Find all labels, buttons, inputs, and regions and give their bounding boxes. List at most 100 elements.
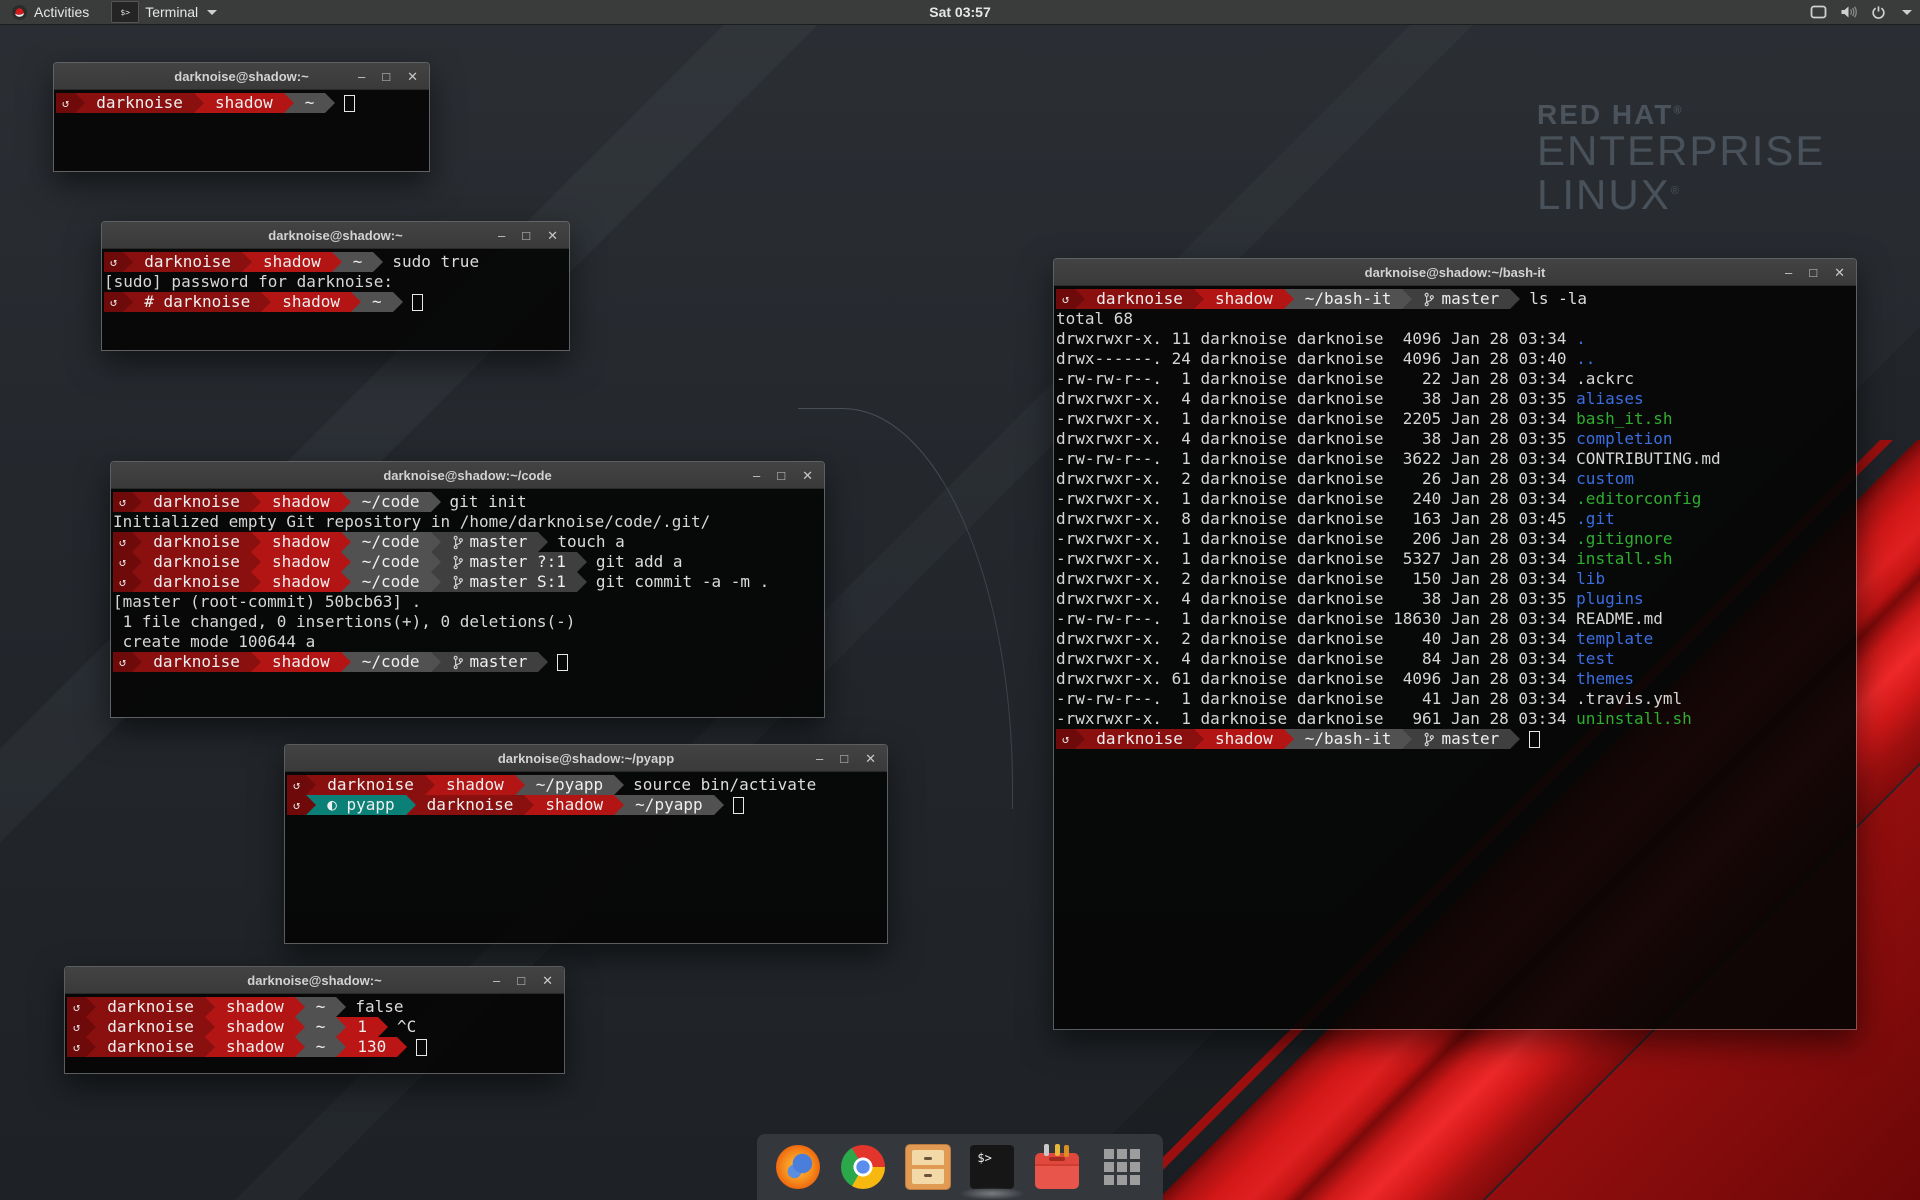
close-button[interactable]: ✕ <box>802 469 813 482</box>
git-branch-icon <box>452 555 464 570</box>
window-title: darknoise@shadow:~/bash-it <box>1365 265 1546 280</box>
window-titlebar[interactable]: darknoise@shadow:~/bash-it – □ ✕ <box>1054 259 1856 286</box>
close-button[interactable]: ✕ <box>407 70 418 83</box>
output-line: drwx------. 24 darknoise darknoise 4096 … <box>1056 349 1854 369</box>
terminal-content[interactable]: ↺darknoiseshadow~sudo true[sudo] passwor… <box>102 249 569 350</box>
output-text: -rw-rw-r--. 1 darknoise darknoise 18630 … <box>1056 609 1576 629</box>
app-menu-terminal[interactable]: $> Terminal <box>101 0 227 24</box>
minimize-button[interactable]: – <box>358 70 365 83</box>
terminal-content[interactable]: ↺darknoiseshadow~/codegit initInitialize… <box>111 489 824 717</box>
file-name: README.md <box>1576 609 1663 629</box>
powerline-separator-icon <box>295 997 305 1017</box>
dock-item-files[interactable] <box>904 1143 952 1191</box>
window-titlebar[interactable]: darknoise@shadow:~/pyapp–□✕ <box>285 745 887 772</box>
powerline-separator-icon <box>295 1017 305 1037</box>
window-titlebar[interactable]: darknoise@shadow:~ – □ ✕ <box>54 63 429 90</box>
powerline-separator-icon <box>132 532 142 552</box>
maximize-button[interactable]: □ <box>517 974 525 987</box>
prompt-segment-user: darknoise <box>96 997 205 1017</box>
prompt-segment-path: ~/pyapp <box>525 775 614 795</box>
window-titlebar[interactable]: darknoise@shadow:~–□✕ <box>65 967 564 994</box>
dock-item-firefox[interactable] <box>774 1143 822 1191</box>
activities-label: Activities <box>34 4 89 20</box>
top-bar: Activities $> Terminal Sat 03:57 <box>0 0 1920 25</box>
activities-button[interactable]: Activities <box>0 0 101 24</box>
window-titlebar[interactable]: darknoise@shadow:~/code–□✕ <box>111 462 824 489</box>
terminal-content[interactable]: ↺darknoiseshadow~ <box>54 90 429 171</box>
prompt-segment-path: ~/code <box>351 652 431 672</box>
close-button[interactable]: ✕ <box>547 229 558 242</box>
maximize-button[interactable]: □ <box>382 70 390 83</box>
output-text: -rw-rw-r--. 1 darknoise darknoise 41 Jan… <box>1056 689 1576 709</box>
dock-item-toolbox[interactable] <box>1033 1143 1081 1191</box>
output-text: drwxrwxr-x. 2 darknoise darknoise 40 Jan… <box>1056 629 1576 649</box>
terminal-content[interactable]: ↺darknoiseshadow~/pyappsource bin/activa… <box>285 772 887 943</box>
window-title: darknoise@shadow:~ <box>174 69 308 84</box>
powerline-separator-icon <box>295 1037 305 1057</box>
powerline-separator-icon <box>425 775 435 795</box>
file-name: CONTRIBUTING.md <box>1576 449 1721 469</box>
powerline-separator-icon <box>393 292 403 312</box>
powerline-separator-icon <box>431 532 441 552</box>
powerline-separator-icon <box>373 252 383 272</box>
powerline-separator-icon <box>1284 289 1294 309</box>
prompt-icon: ↺ <box>73 1037 80 1057</box>
terminal-content[interactable]: ↺darknoiseshadow~/bash-itmasterls -latot… <box>1054 286 1856 1029</box>
prompt-icon: ↺ <box>293 795 300 815</box>
prompt-segment-host: shadow <box>252 252 332 272</box>
prompt-segment-path: ~ <box>305 1017 337 1037</box>
maximize-button[interactable]: □ <box>522 229 530 242</box>
file-name: custom <box>1576 469 1634 489</box>
prompt-segment-path: ~/bash-it <box>1294 289 1403 309</box>
output-line: drwxrwxr-x. 61 darknoise darknoise 4096 … <box>1056 669 1854 689</box>
terminal-window-home-exit: darknoise@shadow:~–□✕↺darknoiseshadow~fa… <box>64 966 565 1074</box>
minimize-button[interactable]: – <box>493 974 500 987</box>
output-line: total 68 <box>1056 309 1854 329</box>
powerline-separator-icon <box>325 93 335 113</box>
window-controls: – □ ✕ <box>358 63 418 89</box>
maximize-button[interactable]: □ <box>1809 266 1817 279</box>
prompt-segment-path: ~ <box>305 1037 337 1057</box>
maximize-button[interactable]: □ <box>777 469 785 482</box>
prompt-segment-path: ~/code <box>351 492 431 512</box>
powerline-separator-icon <box>251 652 261 672</box>
file-name: .ackrc <box>1576 369 1634 389</box>
powerline-separator-icon <box>341 552 351 572</box>
prompt-line: ↺darknoiseshadow~1^C <box>67 1017 562 1037</box>
close-button[interactable]: ✕ <box>542 974 553 987</box>
dock-item-terminal[interactable]: $> <box>968 1143 1016 1191</box>
firefox-icon <box>776 1145 820 1189</box>
output-text: 1 file changed, 0 insertions(+), 0 delet… <box>113 612 575 632</box>
prompt-segment-icon: ↺ <box>104 292 123 312</box>
prompt-segment-icon: ↺ <box>1056 729 1075 749</box>
output-line: -rw-rw-r--. 1 darknoise darknoise 18630 … <box>1056 609 1854 629</box>
window-controls: – □ ✕ <box>498 222 558 248</box>
prompt-segment-exit: 1 <box>346 1017 378 1037</box>
minimize-button[interactable]: – <box>1785 266 1792 279</box>
prompt-segment-icon: ↺ <box>113 552 132 572</box>
powerline-separator-icon <box>132 492 142 512</box>
system-status-area[interactable] <box>1810 0 1912 24</box>
minimize-button[interactable]: – <box>753 469 760 482</box>
minimize-button[interactable]: – <box>498 229 505 242</box>
maximize-button[interactable]: □ <box>840 752 848 765</box>
close-button[interactable]: ✕ <box>865 752 876 765</box>
prompt-segment-icon: ↺ <box>104 252 123 272</box>
prompt-segment-icon: ↺ <box>113 492 132 512</box>
prompt-line: ↺darknoiseshadow~130 <box>67 1037 562 1057</box>
terminal-content[interactable]: ↺darknoiseshadow~false↺darknoiseshadow~1… <box>65 994 564 1073</box>
clock[interactable]: Sat 03:57 <box>929 4 990 20</box>
output-text: drwx------. 24 darknoise darknoise 4096 … <box>1056 349 1576 369</box>
close-button[interactable]: ✕ <box>1834 266 1845 279</box>
file-name: .. <box>1576 349 1595 369</box>
powerline-separator-icon <box>123 252 133 272</box>
minimize-button[interactable]: – <box>816 752 823 765</box>
brand-line-1: RED HAT® <box>1537 100 1825 129</box>
dock-item-app-grid[interactable] <box>1098 1143 1146 1191</box>
prompt-segment-venv: ◐ pyapp <box>316 795 405 815</box>
prompt-icon: ↺ <box>110 252 117 272</box>
git-branch-icon <box>452 655 464 670</box>
powerline-separator-icon <box>261 292 271 312</box>
dock-item-chrome[interactable] <box>839 1143 887 1191</box>
window-titlebar[interactable]: darknoise@shadow:~–□✕ <box>102 222 569 249</box>
